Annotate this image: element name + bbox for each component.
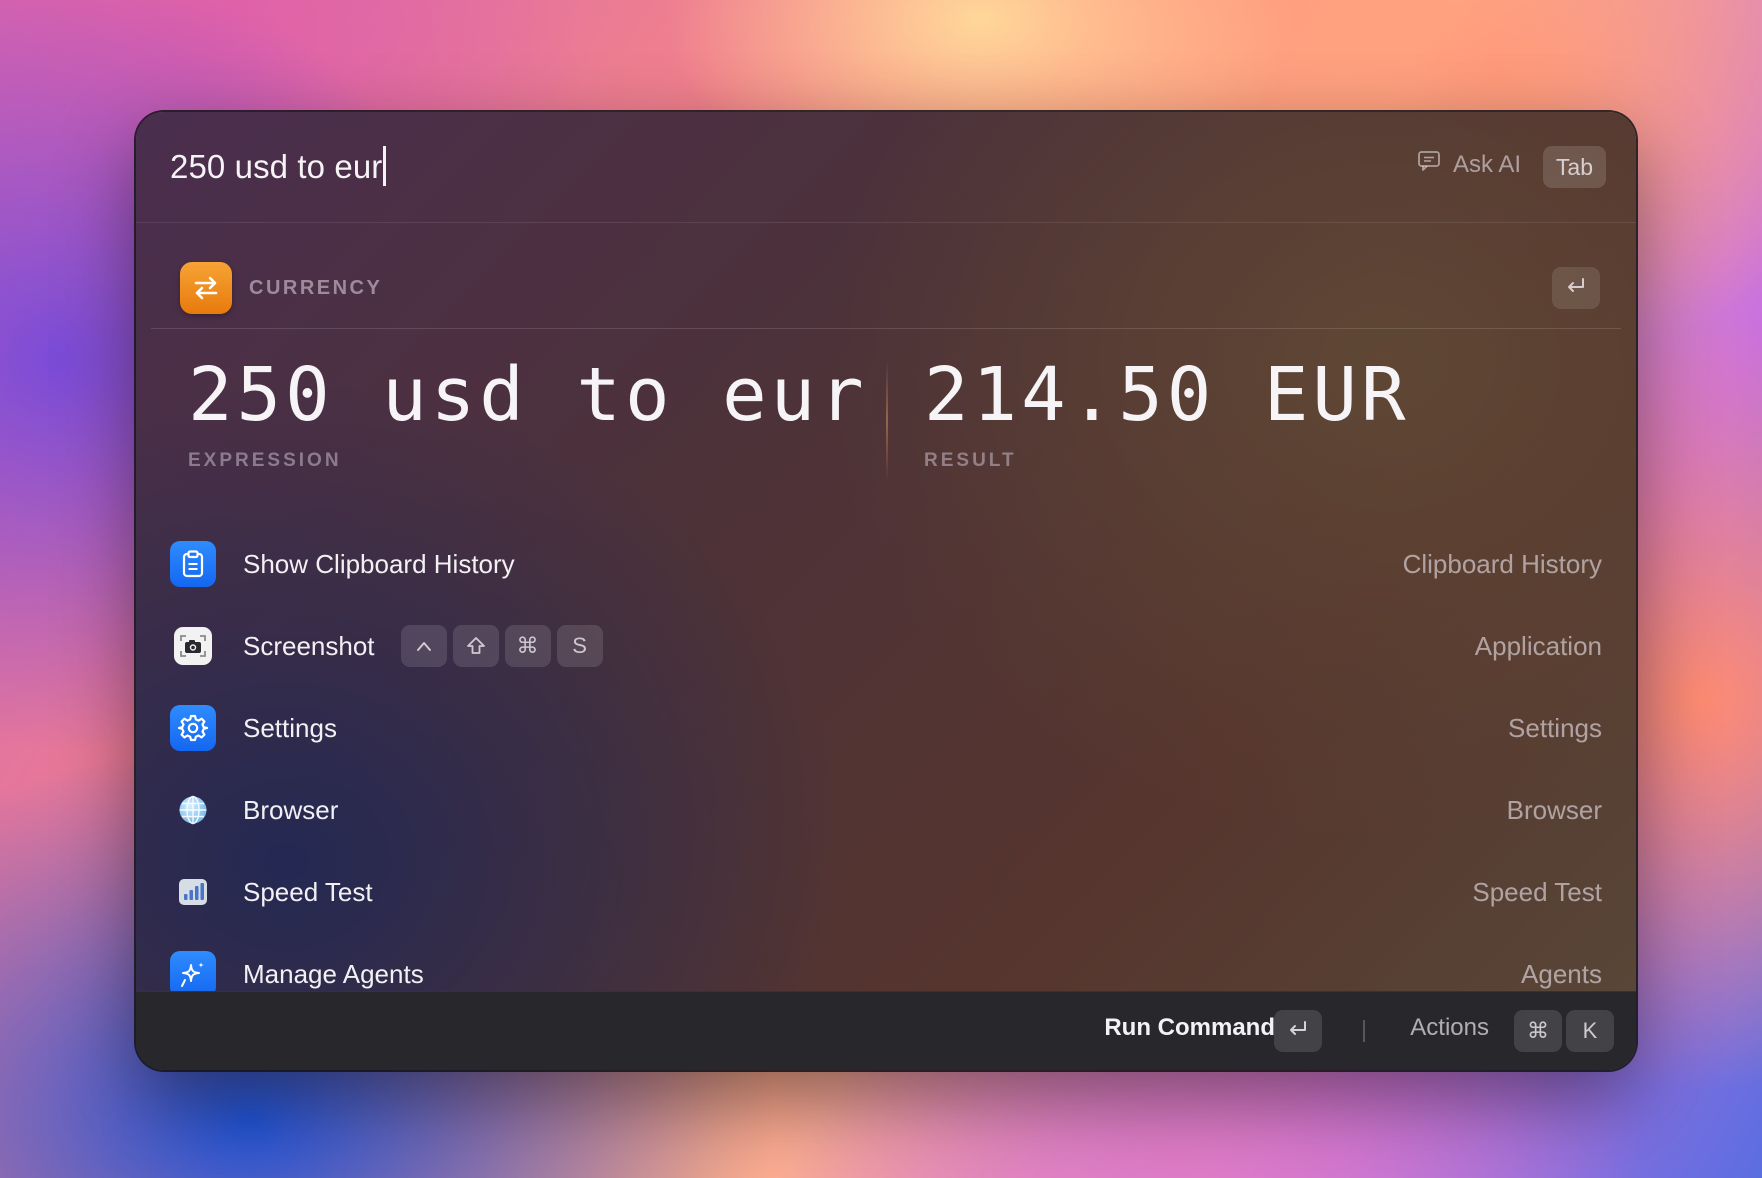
command-keycap: ⌘ [1514, 1010, 1562, 1052]
command-subtitle: Speed Test [1472, 876, 1602, 907]
bar-chart-icon [170, 869, 216, 915]
command-row-settings[interactable]: Settings Settings [170, 691, 1602, 765]
search-input[interactable]: 250 usd to eur [170, 146, 387, 186]
command-subtitle: Settings [1508, 712, 1602, 743]
expression-value[interactable]: 250 usd to eur [188, 352, 868, 438]
text-caret [383, 146, 387, 186]
currency-section-label: CURRENCY [249, 276, 383, 299]
currency-header: CURRENCY [180, 260, 382, 316]
command-row-clipboard-history[interactable]: Show Clipboard History Clipboard History [170, 527, 1602, 601]
camera-icon [174, 627, 212, 665]
command-title: Browser [243, 794, 339, 825]
actions-button[interactable]: Actions [1410, 1014, 1489, 1042]
return-keycap [1274, 1010, 1322, 1052]
result-label: RESULT [924, 450, 1017, 471]
ask-ai-label: Ask AI [1452, 150, 1521, 178]
globe-icon [170, 787, 216, 833]
return-key-icon [1565, 277, 1587, 300]
command-row-speed-test[interactable]: Speed Test Speed Test [170, 855, 1602, 929]
s-key: S [556, 625, 603, 667]
command-subtitle: Application [1474, 630, 1602, 661]
copy-result-button[interactable] [1552, 267, 1600, 309]
shortcut-keys: ⌘ S [400, 625, 603, 667]
footer-divider [1363, 1020, 1365, 1042]
gear-icon [170, 705, 216, 751]
command-row-screenshot[interactable]: Screenshot ⌘ S Application [170, 609, 1602, 683]
command-subtitle: Agents [1521, 958, 1602, 989]
k-keycap: K [1566, 1010, 1614, 1052]
divider [151, 328, 1621, 329]
control-key-icon [400, 625, 447, 667]
command-key: ⌘ [504, 625, 551, 667]
command-title: Manage Agents [243, 958, 424, 989]
action-bar: Run Command Actions ⌘ K [136, 991, 1636, 1070]
expression-label: EXPRESSION [188, 450, 342, 471]
ask-ai-button[interactable]: Ask AI [1417, 150, 1521, 179]
command-row-browser[interactable]: Browser Browser [170, 773, 1602, 847]
command-subtitle: Clipboard History [1402, 548, 1602, 579]
return-key-icon [1287, 1020, 1309, 1043]
chat-bubble-icon [1417, 150, 1441, 179]
command-title: Settings [243, 712, 337, 743]
command-subtitle: Browser [1506, 794, 1602, 825]
command-title: Screenshot [243, 630, 375, 661]
arrows-swap-icon [180, 262, 232, 314]
search-bar: 250 usd to eur Ask AI Tab [136, 112, 1636, 223]
result-separator [886, 360, 888, 482]
clipboard-icon [170, 541, 216, 587]
tab-keycap: Tab [1542, 146, 1606, 188]
command-title: Show Clipboard History [243, 548, 515, 579]
launcher-window: 250 usd to eur Ask AI Tab CURRENCY 250 u… [136, 112, 1636, 1070]
result-value[interactable]: 214.50 EUR [924, 352, 1410, 438]
shift-key-icon [452, 625, 499, 667]
command-title: Speed Test [243, 876, 373, 907]
run-command-button[interactable]: Run Command [1104, 1014, 1275, 1042]
search-query: 250 usd to eur [170, 148, 383, 185]
